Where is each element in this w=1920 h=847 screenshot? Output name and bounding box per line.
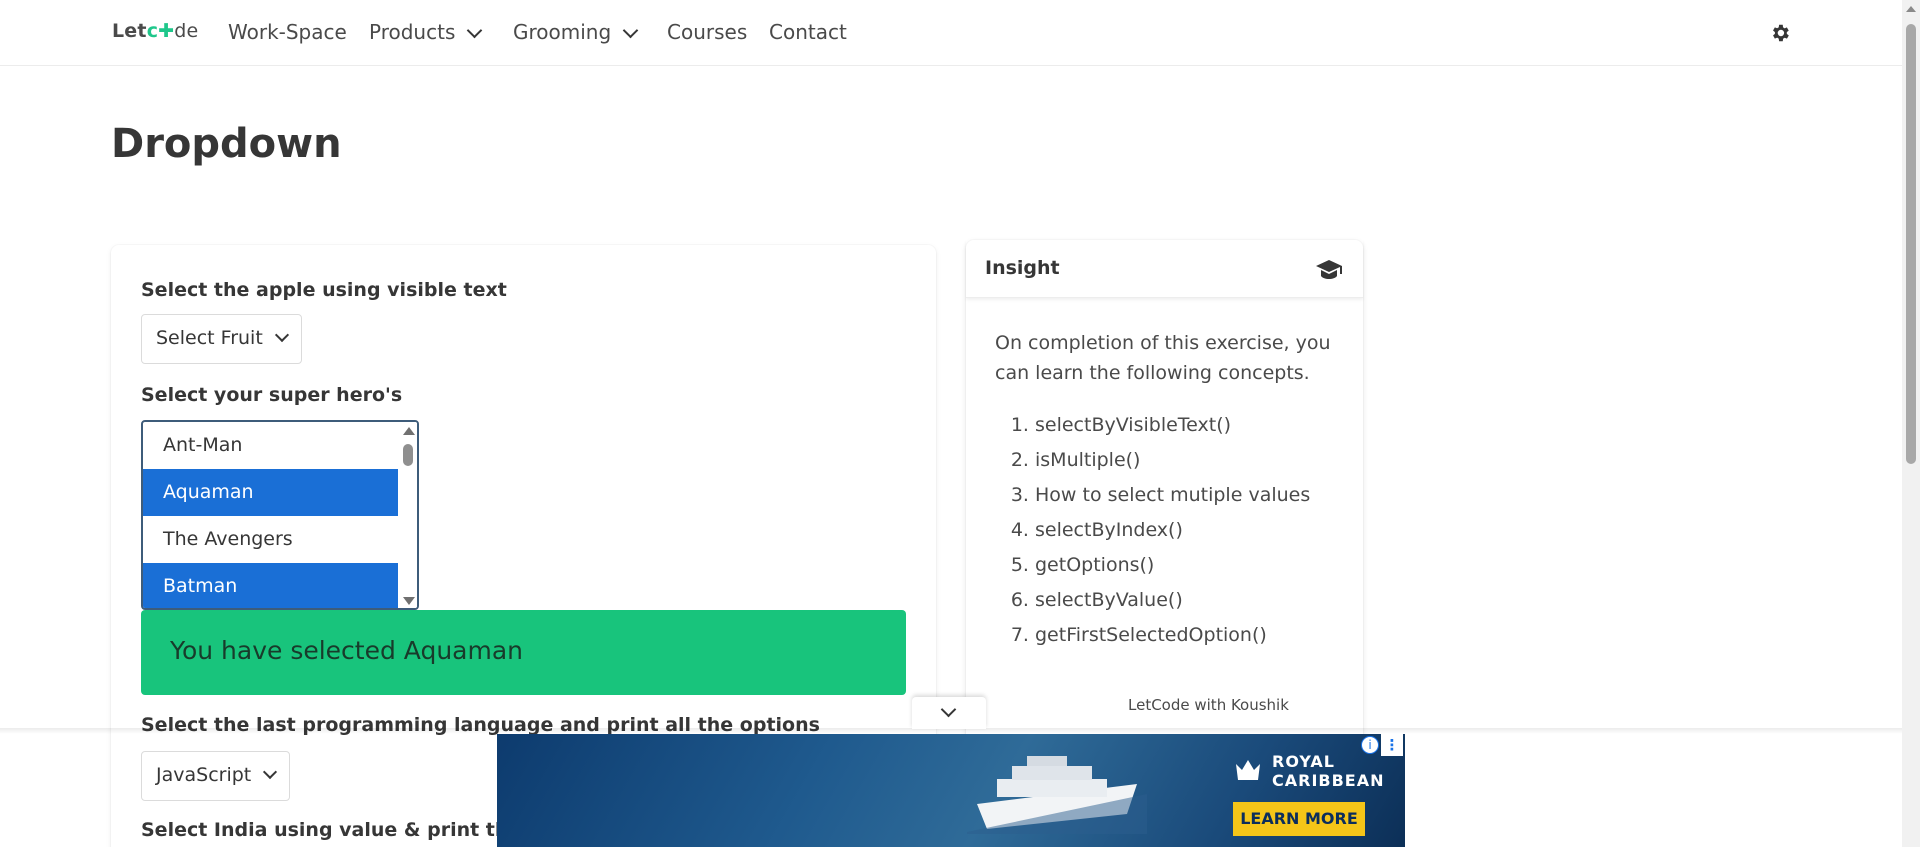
listbox-scroll-thumb[interactable] [403,444,413,466]
insight-header: Insight [966,240,1363,298]
listbox-scrollbar[interactable] [399,422,417,608]
royal-caribbean-crown-icon [1236,760,1260,780]
chevron-down-icon [263,764,278,780]
scroll-up-arrow-icon[interactable] [1906,6,1916,12]
scroll-thumb[interactable] [1906,24,1916,464]
letcode-logo[interactable]: Letc✚de [112,20,198,42]
hero-multiselect[interactable]: Ant-Man Aquaman The Avengers Batman [141,420,419,610]
top-navbar: Letc✚de Work-Space Products Grooming Cou… [0,0,1902,66]
ad-banner[interactable]: ROYAL CARIBBEAN LEARN MORE i ⋮ [497,734,1405,847]
page-scrollbar[interactable] [1902,0,1920,847]
nav-item-contact[interactable]: Contact [769,20,847,44]
chevron-down-icon [622,22,639,39]
chevron-down-icon [467,22,483,39]
hero-option[interactable]: The Avengers [143,516,398,563]
fruit-select[interactable]: Select Fruit [141,314,302,364]
ad-collapse-button[interactable] [912,697,986,729]
selection-notification: You have selected Aquaman [141,610,906,695]
logo-plus-icon: ✚ [158,20,175,42]
insight-heading: Insight [985,257,1060,279]
concept-item: How to select mutiple values [1035,478,1334,513]
scroll-up-arrow-icon[interactable] [403,427,415,435]
chevron-down-icon [940,701,957,718]
concept-item: selectByValue() [1035,583,1334,618]
fruit-label: Select the apple using visible text [141,279,507,301]
hero-option-selected[interactable]: Aquaman [143,469,398,516]
concept-item: selectByIndex() [1035,513,1334,548]
concept-list: selectByVisibleText() isMultiple() How t… [995,408,1334,653]
concept-item: isMultiple() [1035,443,1334,478]
nav-item-workspace[interactable]: Work-Space [228,20,347,44]
hero-option-selected[interactable]: Batman [143,563,398,608]
graduation-cap-icon [1316,260,1342,279]
concept-item: selectByVisibleText() [1035,408,1334,443]
ad-info-icon[interactable]: i [1361,736,1379,754]
ad-brand: ROYAL CARIBBEAN [1272,752,1385,790]
concept-item: getOptions() [1035,548,1334,583]
scroll-down-arrow-icon[interactable] [403,597,415,605]
nav-item-grooming[interactable]: Grooming [513,20,639,44]
nav-item-products[interactable]: Products [369,20,483,44]
concept-item: getFirstSelectedOption() [1035,618,1334,653]
hero-label: Select your super hero's [141,384,403,406]
learn-more-button[interactable]: LEARN MORE [1233,802,1365,836]
insight-intro: On completion of this exercise, you can … [995,332,1331,384]
page-title: Dropdown [111,121,342,167]
video-credit[interactable]: LetCode with Koushik [1128,696,1289,714]
ad-menu-icon[interactable]: ⋮ [1381,734,1403,756]
insight-body: On completion of this exercise, you can … [966,298,1363,683]
language-select[interactable]: JavaScript [141,751,291,801]
hero-option[interactable]: Ant-Man [143,422,398,469]
chevron-down-icon [274,327,289,343]
nav-item-courses[interactable]: Courses [667,20,747,44]
gear-icon[interactable] [1769,22,1791,44]
cruise-ship-image [967,756,1147,834]
